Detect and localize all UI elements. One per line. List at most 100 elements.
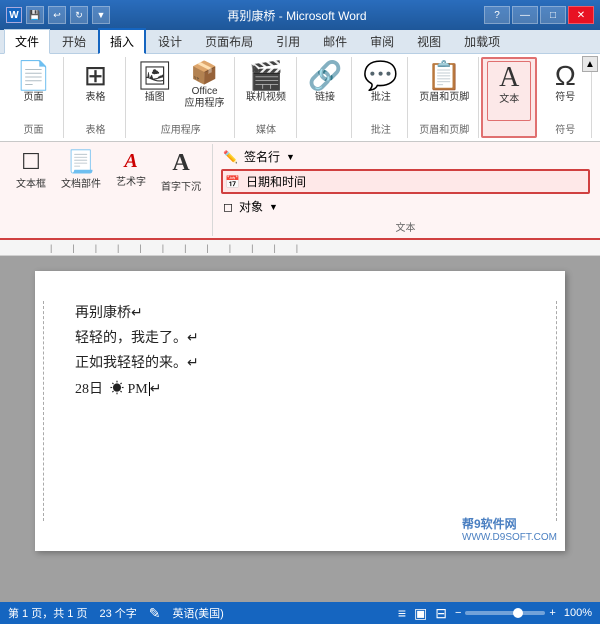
zoom-percent: 100% (564, 607, 592, 619)
sub-text-group-label: 文本 (221, 217, 590, 234)
undo-btn[interactable]: ↩ (48, 6, 66, 24)
zoom-slider[interactable]: − + (455, 607, 556, 619)
customize-btn[interactable]: ▼ (92, 6, 110, 24)
tab-references[interactable]: 引用 (265, 29, 311, 53)
header-footer-icon: 📋 (427, 62, 462, 90)
window-controls: ? — □ ✕ (484, 6, 594, 24)
redo-btn[interactable]: ↻ (70, 6, 88, 24)
signature-arrow: ▼ (286, 152, 295, 162)
textbox-btn[interactable]: ☐ 文本框 (10, 146, 52, 194)
tab-addins[interactable]: 加载项 (453, 29, 511, 53)
tab-home[interactable]: 开始 (51, 29, 97, 53)
header-footer-label: 页眉和页脚 (419, 92, 469, 104)
text-label: 文本 (499, 94, 519, 106)
signature-icon: ✏️ (223, 150, 238, 164)
watermark-sitename: 帮9软件网 (462, 515, 557, 532)
zoom-in-icon[interactable]: + (549, 607, 555, 619)
comments-btn[interactable]: 💬 批注 (358, 59, 403, 119)
tab-mailings[interactable]: 邮件 (312, 29, 358, 53)
online-video-label: 联机视频 (246, 92, 286, 104)
doc-line-4: 28日 ☀ PM ↵ (75, 377, 525, 402)
object-row[interactable]: ◻ 对象 ▼ (221, 196, 590, 217)
wordart-icon: A (124, 149, 137, 173)
wordart-label: 艺术字 (116, 173, 146, 188)
watermark-url: WWW.D9SOFT.COM (462, 532, 557, 543)
symbols-btn[interactable]: Ω 符号 (543, 59, 587, 119)
tab-layout[interactable]: 页面布局 (194, 29, 264, 53)
comments-content: 💬 批注 (358, 59, 403, 119)
signature-row[interactable]: ✏️ 签名行 ▼ (221, 146, 590, 167)
ribbon-tabs: 文件 开始 插入 设计 页面布局 引用 邮件 审阅 视图 加载项 (0, 30, 600, 54)
table-label: 表格 (86, 92, 106, 104)
tab-insert[interactable]: 插入 (98, 28, 146, 54)
docparts-btn[interactable]: 📃 文档部件 (56, 146, 106, 194)
symbols-content: Ω 符号 (543, 59, 587, 119)
group-pages: 📄 页面 页面 (4, 57, 64, 138)
online-video-btn[interactable]: 🎬 联机视频 (241, 59, 291, 119)
tab-view[interactable]: 视图 (406, 29, 452, 53)
header-footer-btn[interactable]: 📋 页眉和页脚 (414, 59, 474, 119)
window-title: 再别康桥 - Microsoft Word (110, 7, 484, 24)
page-border-left (43, 301, 44, 521)
online-video-icon: 🎬 (249, 62, 284, 90)
ribbon-collapse-btn[interactable]: ▲ (582, 56, 598, 72)
pages-content: 📄 页面 (8, 59, 59, 119)
links-btn[interactable]: 🔗 链接 (303, 59, 348, 119)
restore-btn[interactable]: □ (540, 6, 566, 24)
zoom-track[interactable] (465, 611, 545, 615)
ruler: |||||||||||| (0, 240, 600, 256)
pages-group-label: 页面 (8, 119, 59, 136)
sub-group-insert-text: ✏️ 签名行 ▼ 📅 日期和时间 ◻ 对象 ▼ 文本 (215, 144, 596, 236)
minimize-btn[interactable]: — (512, 6, 538, 24)
text-icon: A (499, 64, 519, 92)
pages-btn[interactable]: 📄 页面 (11, 59, 56, 119)
document-page[interactable]: 再别康桥↵ 轻轻的，我走了。↵ 正如我轻轻的来。↵ 28日 ☀ PM ↵ 帮9软… (35, 271, 565, 551)
doc-line-1: 再别康桥↵ (75, 301, 525, 326)
sub-ribbon: ☐ 文本框 📃 文档部件 A 艺术字 A 首字下沉 (0, 142, 600, 240)
ribbon-toolbar: 📄 页面 页面 ⊞ 表格 表格 🖼 插图 (0, 54, 600, 142)
datetime-row[interactable]: 📅 日期和时间 (221, 169, 590, 194)
zoom-thumb[interactable] (513, 608, 523, 618)
tab-review[interactable]: 审阅 (359, 29, 405, 53)
title-bar-left: W 💾 ↩ ↻ ▼ (6, 6, 110, 24)
tables-group-label: 表格 (70, 119, 121, 136)
office-apps-btn[interactable]: 📦 Office应用程序 (180, 59, 230, 119)
close-btn[interactable]: ✕ (568, 6, 594, 24)
wordart-btn[interactable]: A 艺术字 (110, 146, 152, 194)
signature-label: 签名行 (244, 148, 280, 165)
group-comments: 💬 批注 批注 (354, 57, 408, 138)
dropcap-btn[interactable]: A 首字下沉 (156, 146, 206, 194)
docparts-icon: 📃 (67, 149, 94, 175)
pages-label: 页面 (24, 92, 44, 104)
group-tables: ⊞ 表格 表格 (66, 57, 126, 138)
tab-design[interactable]: 设计 (147, 29, 193, 53)
doc-line-3: 正如我轻轻的来。↵ (75, 351, 525, 376)
layout-icon[interactable]: ≡ (398, 605, 406, 621)
status-left: 第 1 页，共 1 页 23 个字 ✎ 英语(美国) (8, 605, 224, 622)
docparts-label: 文档部件 (61, 175, 101, 190)
title-bar: W 💾 ↩ ↻ ▼ 再别康桥 - Microsoft Word ? — □ ✕ (0, 0, 600, 30)
print-layout-icon[interactable]: ▣ (414, 605, 427, 622)
save-quick-btn[interactable]: 💾 (26, 6, 44, 24)
web-layout-icon[interactable]: ⊟ (435, 605, 447, 622)
links-label: 链接 (315, 92, 335, 104)
text-btn[interactable]: A 文本 (487, 61, 531, 121)
table-btn[interactable]: ⊞ 表格 (74, 59, 118, 119)
comments-group-label: 批注 (358, 119, 403, 136)
sub-right-group: ✏️ 签名行 ▼ 📅 日期和时间 ◻ 对象 ▼ (221, 146, 590, 217)
zoom-out-icon[interactable]: − (455, 607, 461, 619)
page-info: 第 1 页，共 1 页 (8, 605, 87, 621)
tab-file[interactable]: 文件 (4, 29, 50, 54)
help-btn[interactable]: ? (484, 6, 510, 24)
object-label: 对象 (239, 198, 263, 215)
group-links: 🔗 链接 (299, 57, 353, 138)
illustrations-btn[interactable]: 🖼 插图 (132, 59, 178, 119)
hf-group-label: 页眉和页脚 (414, 119, 474, 136)
group-media: 🎬 联机视频 媒体 (237, 57, 297, 138)
document-area[interactable]: 再别康桥↵ 轻轻的，我走了。↵ 正如我轻轻的来。↵ 28日 ☀ PM ↵ 帮9软… (0, 256, 600, 602)
table-icon: ⊞ (84, 62, 107, 90)
status-bar: 第 1 页，共 1 页 23 个字 ✎ 英语(美国) ≡ ▣ ⊟ − + 100… (0, 602, 600, 624)
comments-icon: 💬 (363, 62, 398, 90)
textbox-icon: ☐ (21, 149, 41, 175)
office-apps-label: Office应用程序 (185, 86, 225, 110)
